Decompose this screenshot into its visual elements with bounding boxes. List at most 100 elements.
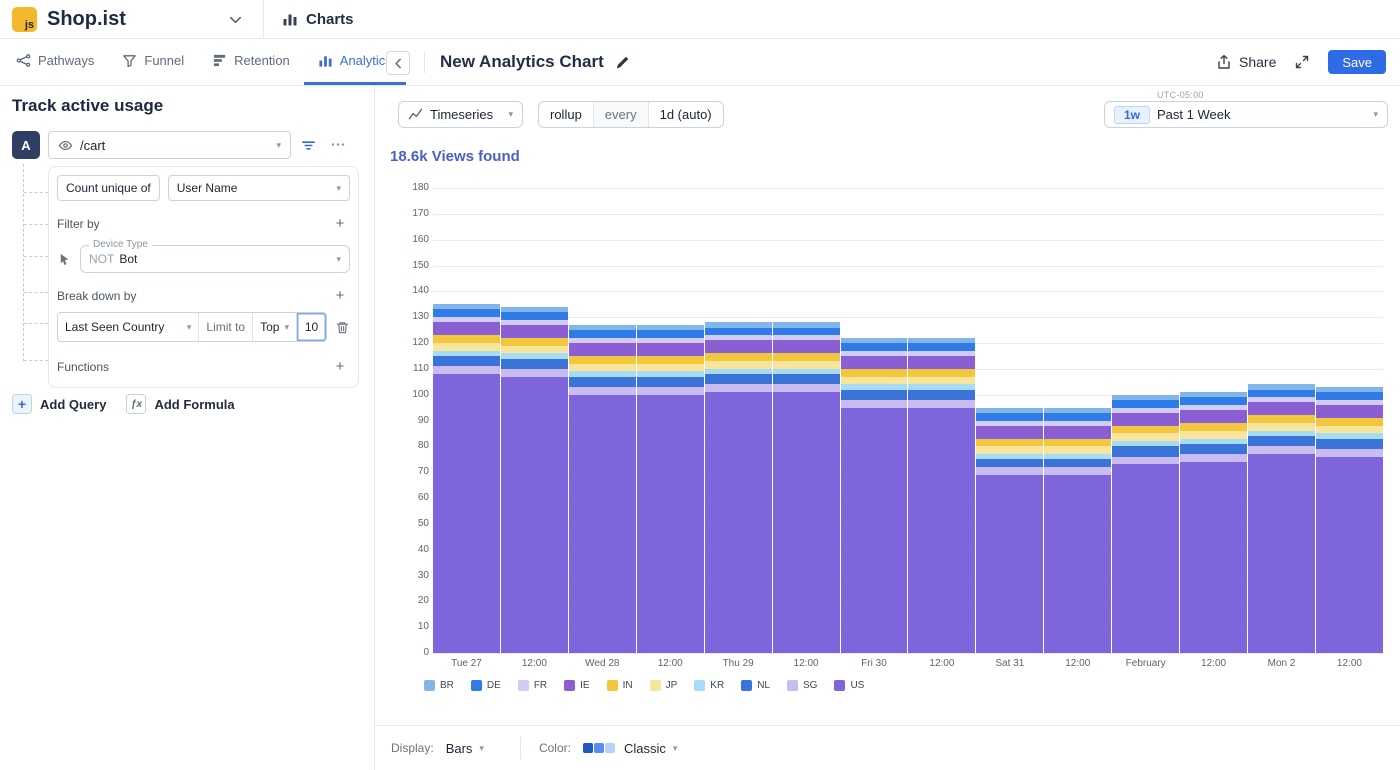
bar-segment-nl[interactable] bbox=[501, 359, 568, 369]
charts-nav[interactable]: Charts bbox=[282, 0, 354, 38]
bar-segment-jp[interactable] bbox=[773, 361, 840, 369]
bar-segment-de[interactable] bbox=[1248, 390, 1315, 398]
app-logo[interactable]: js bbox=[12, 7, 37, 32]
bar-segment-ie[interactable] bbox=[908, 356, 975, 369]
bar-segment-ie[interactable] bbox=[1112, 413, 1179, 426]
stacked-bar[interactable] bbox=[976, 188, 1043, 653]
bar-segment-jp[interactable] bbox=[1180, 431, 1247, 439]
bar-segment-sg[interactable] bbox=[908, 400, 975, 408]
bar-segment-sg[interactable] bbox=[1112, 457, 1179, 465]
stacked-bar[interactable] bbox=[1112, 188, 1179, 653]
bar-segment-us[interactable] bbox=[976, 475, 1043, 653]
legend-item-sg[interactable]: SG bbox=[787, 680, 817, 691]
limit-direction-select[interactable]: Top ▾ bbox=[252, 313, 296, 341]
bar-segment-jp[interactable] bbox=[705, 361, 772, 369]
legend-item-jp[interactable]: JP bbox=[650, 680, 678, 691]
bar-segment-us[interactable] bbox=[1044, 475, 1111, 653]
stacked-bar[interactable] bbox=[773, 188, 840, 653]
display-select[interactable]: Bars ▾ bbox=[446, 741, 484, 756]
bar-segment-in[interactable] bbox=[1044, 439, 1111, 447]
bar-segment-in[interactable] bbox=[705, 353, 772, 361]
stacked-bar[interactable] bbox=[1180, 188, 1247, 653]
bar-segment-sg[interactable] bbox=[841, 400, 908, 408]
bar-segment-us[interactable] bbox=[1316, 457, 1383, 653]
bar-segment-jp[interactable] bbox=[433, 343, 500, 351]
bar-segment-nl[interactable] bbox=[1180, 444, 1247, 454]
bar-segment-jp[interactable] bbox=[501, 346, 568, 354]
edit-title-button[interactable] bbox=[615, 55, 630, 70]
bar-segment-us[interactable] bbox=[433, 374, 500, 653]
bar-segment-in[interactable] bbox=[569, 356, 636, 364]
bar-segment-nl[interactable] bbox=[841, 390, 908, 400]
bar-segment-de[interactable] bbox=[976, 413, 1043, 421]
legend-item-kr[interactable]: KR bbox=[694, 680, 724, 691]
bar-segment-nl[interactable] bbox=[1316, 439, 1383, 449]
bar-segment-sg[interactable] bbox=[705, 384, 772, 392]
bar-segment-in[interactable] bbox=[841, 369, 908, 377]
legend-item-de[interactable]: DE bbox=[471, 680, 501, 691]
bar-segment-sg[interactable] bbox=[773, 384, 840, 392]
event-select[interactable]: /cart ▾ bbox=[48, 131, 291, 159]
bar-segment-ie[interactable] bbox=[976, 426, 1043, 439]
bar-segment-de[interactable] bbox=[433, 309, 500, 317]
color-select[interactable]: Classic ▾ bbox=[624, 741, 677, 756]
bar-segment-us[interactable] bbox=[773, 392, 840, 653]
bar-segment-de[interactable] bbox=[501, 312, 568, 320]
bar-segment-de[interactable] bbox=[1180, 397, 1247, 405]
bar-segment-us[interactable] bbox=[1248, 454, 1315, 653]
bar-segment-jp[interactable] bbox=[569, 364, 636, 372]
add-filter-button[interactable]: + bbox=[332, 215, 348, 232]
bar-segment-nl[interactable] bbox=[1248, 436, 1315, 446]
legend-item-ie[interactable]: IE bbox=[564, 680, 589, 691]
stacked-bar[interactable] bbox=[501, 188, 568, 653]
bar-segment-us[interactable] bbox=[501, 377, 568, 653]
bar-segment-in[interactable] bbox=[773, 353, 840, 361]
stacked-bar[interactable] bbox=[433, 188, 500, 653]
bar-segment-sg[interactable] bbox=[1316, 449, 1383, 457]
legend-item-br[interactable]: BR bbox=[424, 680, 454, 691]
bar-segment-jp[interactable] bbox=[1316, 426, 1383, 434]
bar-segment-in[interactable] bbox=[1112, 426, 1179, 434]
bar-segment-sg[interactable] bbox=[433, 366, 500, 374]
bar-segment-nl[interactable] bbox=[705, 374, 772, 384]
legend-item-us[interactable]: US bbox=[834, 680, 864, 691]
bar-segment-de[interactable] bbox=[908, 343, 975, 351]
bar-segment-jp[interactable] bbox=[1248, 423, 1315, 431]
delete-breakdown-button[interactable] bbox=[335, 320, 350, 335]
bar-segment-de[interactable] bbox=[637, 330, 704, 338]
add-breakdown-button[interactable]: + bbox=[332, 287, 348, 304]
bar-segment-nl[interactable] bbox=[637, 377, 704, 387]
bar-segment-de[interactable] bbox=[1044, 413, 1111, 421]
bar-segment-ie[interactable] bbox=[841, 356, 908, 369]
tab-retention[interactable]: Retention bbox=[198, 39, 304, 85]
share-button[interactable]: Share bbox=[1216, 54, 1276, 70]
bar-segment-ie[interactable] bbox=[1316, 405, 1383, 418]
interval-select[interactable]: 1d (auto) bbox=[648, 102, 723, 127]
bar-segment-de[interactable] bbox=[1316, 392, 1383, 400]
bar-segment-nl[interactable] bbox=[773, 374, 840, 384]
add-query-button[interactable]: + Add Query bbox=[12, 394, 106, 414]
stacked-bar[interactable] bbox=[841, 188, 908, 653]
bar-segment-us[interactable] bbox=[705, 392, 772, 653]
bar-segment-de[interactable] bbox=[705, 328, 772, 336]
tab-funnel[interactable]: Funnel bbox=[108, 39, 198, 85]
bar-segment-sg[interactable] bbox=[1180, 454, 1247, 462]
stacked-bar[interactable] bbox=[908, 188, 975, 653]
aggregation-property-select[interactable]: User Name ▾ bbox=[168, 175, 350, 201]
bar-segment-ie[interactable] bbox=[637, 343, 704, 356]
bar-segment-nl[interactable] bbox=[908, 390, 975, 400]
bar-segment-jp[interactable] bbox=[841, 377, 908, 385]
more-options-button[interactable]: ⋯ bbox=[326, 132, 350, 156]
bar-segment-jp[interactable] bbox=[1112, 433, 1179, 441]
legend-item-nl[interactable]: NL bbox=[741, 680, 770, 691]
bar-segment-jp[interactable] bbox=[976, 446, 1043, 454]
legend-item-in[interactable]: IN bbox=[607, 680, 633, 691]
bar-segment-sg[interactable] bbox=[501, 369, 568, 377]
aggregation-select[interactable]: Count unique of bbox=[57, 175, 160, 201]
bar-segment-in[interactable] bbox=[976, 439, 1043, 447]
bar-segment-nl[interactable] bbox=[976, 459, 1043, 467]
chart-type-select[interactable]: Timeseries ▾ bbox=[398, 101, 523, 128]
bar-segment-us[interactable] bbox=[1180, 462, 1247, 653]
bar-segment-ie[interactable] bbox=[501, 325, 568, 338]
bar-segment-nl[interactable] bbox=[433, 356, 500, 366]
